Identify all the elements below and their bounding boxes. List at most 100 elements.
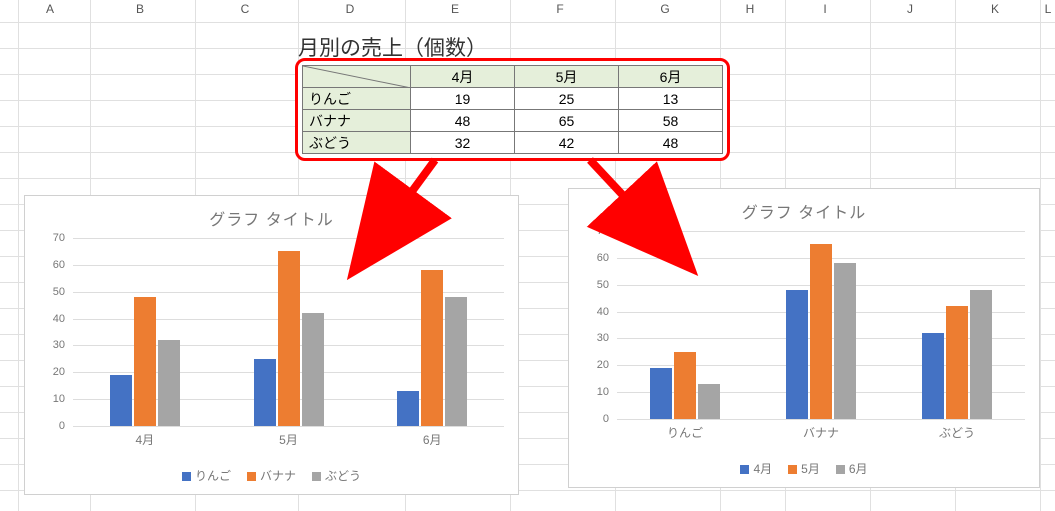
bar <box>970 290 992 419</box>
cell[interactable]: 48 <box>411 110 515 132</box>
bar <box>421 270 443 426</box>
bar <box>834 263 856 419</box>
bar <box>278 251 300 426</box>
cell[interactable]: 19 <box>411 88 515 110</box>
bar-group <box>73 238 217 426</box>
bar <box>698 384 720 419</box>
data-table: 4月 5月 6月 りんご 19 25 13 バナナ 48 65 58 ぶどう 3… <box>302 65 723 154</box>
table-corner <box>303 66 411 88</box>
legend-item: 5月 <box>788 460 820 477</box>
legend-swatch-icon <box>740 465 749 474</box>
y-axis: 010203040506070 <box>25 238 69 426</box>
y-tick: 60 <box>597 252 609 264</box>
y-tick: 0 <box>59 420 65 432</box>
column-header: I <box>823 2 826 16</box>
col-header: 5月 <box>515 66 619 88</box>
y-tick: 50 <box>53 286 65 298</box>
bar <box>946 306 968 419</box>
legend-item: バナナ <box>247 467 296 484</box>
plot-area <box>73 238 504 426</box>
legend-item: ぶどう <box>312 467 361 484</box>
x-label: 6月 <box>360 431 504 448</box>
bar <box>134 297 156 426</box>
bar-group <box>889 231 1025 419</box>
bar-group <box>360 238 504 426</box>
cell[interactable]: 48 <box>619 132 723 154</box>
legend-swatch-icon <box>312 472 321 481</box>
column-header: K <box>991 2 999 16</box>
table-row: バナナ 48 65 58 <box>303 110 723 132</box>
column-header: C <box>241 2 250 16</box>
cell[interactable]: 13 <box>619 88 723 110</box>
bar <box>254 359 276 426</box>
bar <box>810 244 832 419</box>
bar-group <box>217 238 361 426</box>
y-tick: 40 <box>597 306 609 318</box>
row-header: バナナ <box>303 110 411 132</box>
x-axis-labels: りんごバナナぶどう <box>617 424 1025 441</box>
y-tick: 40 <box>53 313 65 325</box>
y-tick: 30 <box>53 339 65 351</box>
chart-title: グラフ タイトル <box>569 199 1039 223</box>
bar <box>397 391 419 426</box>
x-label: りんご <box>617 424 753 441</box>
bar <box>302 313 324 426</box>
bar <box>445 297 467 426</box>
row-header: りんご <box>303 88 411 110</box>
cell[interactable]: 58 <box>619 110 723 132</box>
y-tick: 0 <box>603 413 609 425</box>
column-header: B <box>136 2 144 16</box>
bar-group <box>753 231 889 419</box>
column-header: J <box>907 2 913 16</box>
legend: 4月 5月 6月 <box>569 460 1039 477</box>
legend-item: 4月 <box>740 460 772 477</box>
chart-by-fruit[interactable]: グラフ タイトル 0 10 20 30 40 50 60 70 りんごバナナぶどう 4月 5月 6… <box>568 188 1040 488</box>
y-tick: 50 <box>597 279 609 291</box>
y-tick: 10 <box>53 393 65 405</box>
bar <box>786 290 808 419</box>
y-tick: 10 <box>597 386 609 398</box>
table-row: りんご 19 25 13 <box>303 88 723 110</box>
x-label: 5月 <box>217 431 361 448</box>
cell[interactable]: 32 <box>411 132 515 154</box>
legend-item: りんご <box>182 467 231 484</box>
cell[interactable]: 65 <box>515 110 619 132</box>
row-header: ぶどう <box>303 132 411 154</box>
bar <box>650 368 672 419</box>
bar <box>674 352 696 419</box>
y-axis: 010203040506070 <box>569 231 613 419</box>
col-header: 4月 <box>411 66 515 88</box>
y-tick: 30 <box>597 332 609 344</box>
x-label: バナナ <box>753 424 889 441</box>
column-header: F <box>556 2 563 16</box>
table-row: ぶどう 32 42 48 <box>303 132 723 154</box>
column-header: E <box>451 2 459 16</box>
cell[interactable]: 25 <box>515 88 619 110</box>
cell[interactable]: 42 <box>515 132 619 154</box>
x-label: ぶどう <box>889 424 1025 441</box>
x-axis-labels: 4月5月6月 <box>73 431 504 448</box>
data-table-highlight: 4月 5月 6月 りんご 19 25 13 バナナ 48 65 58 ぶどう 3… <box>295 58 730 161</box>
col-header: 6月 <box>619 66 723 88</box>
legend-swatch-icon <box>182 472 191 481</box>
column-header: L <box>1045 2 1052 16</box>
bar <box>158 340 180 426</box>
legend-swatch-icon <box>836 465 845 474</box>
legend: りんごバナナぶどう <box>25 467 518 484</box>
y-tick: 20 <box>53 366 65 378</box>
chart-title: グラフ タイトル <box>25 206 518 230</box>
column-header: G <box>660 2 669 16</box>
plot-area <box>617 231 1025 419</box>
y-tick: 20 <box>597 359 609 371</box>
y-tick: 60 <box>53 259 65 271</box>
legend-item: 6月 <box>836 460 868 477</box>
column-header: D <box>346 2 355 16</box>
column-header: H <box>746 2 755 16</box>
legend-swatch-icon <box>247 472 256 481</box>
y-tick: 70 <box>597 225 609 237</box>
bar <box>110 375 132 426</box>
chart-by-month[interactable]: グラフ タイトル 010203040506070 4月5月6月 りんごバナナぶど… <box>24 195 519 495</box>
bar-group <box>617 231 753 419</box>
column-header: A <box>46 2 54 16</box>
legend-swatch-icon <box>788 465 797 474</box>
